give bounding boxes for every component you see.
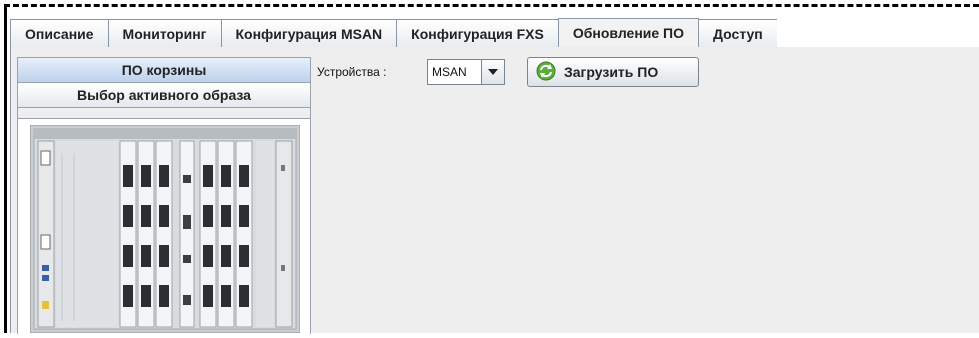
msan-chassis-image [29, 124, 301, 334]
tab-bar: Описание Мониторинг Конфигурация MSAN Ко… [10, 17, 979, 48]
upload-software-button[interactable]: Загрузить ПО [527, 57, 699, 87]
upload-software-label: Загрузить ПО [564, 64, 659, 80]
tab-fxs-config[interactable]: Конфигурация FXS [396, 19, 559, 47]
chevron-down-icon[interactable] [481, 60, 504, 84]
tab-software-update[interactable]: Обновление ПО [557, 18, 700, 48]
tab-monitoring[interactable]: Мониторинг [107, 19, 222, 47]
tab-msan-config[interactable]: Конфигурация MSAN [220, 19, 398, 47]
left-panel: ПО корзины Выбор активного образа [17, 57, 311, 335]
device-select-value: MSAN [432, 65, 467, 79]
tab-description[interactable]: Описание [10, 19, 109, 47]
sidebar-item-active-image-select[interactable]: Выбор активного образа [18, 83, 310, 108]
sidebar-item-chassis-software[interactable]: ПО корзины [18, 58, 310, 83]
tab-access[interactable]: Доступ [698, 19, 777, 47]
tab-content: ПО корзины Выбор активного образа Устрой… [10, 47, 979, 335]
refresh-icon [536, 61, 556, 84]
device-image-panel [18, 118, 310, 335]
device-label: Устройства : [317, 65, 387, 79]
device-select[interactable]: MSAN [427, 59, 505, 85]
